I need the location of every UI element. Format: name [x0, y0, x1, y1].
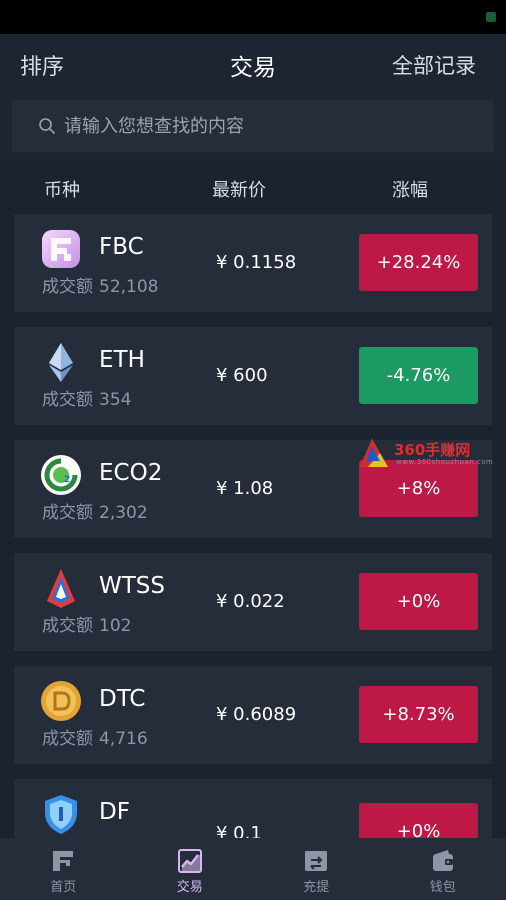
search-icon — [39, 118, 55, 134]
column-header: 币种 最新价 涨幅 — [0, 158, 506, 214]
coin-price: ¥ 0.1158 — [216, 252, 297, 273]
coin-symbol: DTC — [99, 686, 146, 712]
status-bar — [0, 0, 506, 34]
svg-text:2: 2 — [64, 475, 70, 485]
deposit-icon — [305, 851, 328, 871]
search-box[interactable] — [12, 100, 494, 152]
coin-symbol: ETH — [99, 347, 145, 373]
coin-row-wtss[interactable]: WTSS 成交额 102 ¥ 0.022 +0% — [14, 553, 492, 651]
trade-chart-icon — [177, 849, 202, 873]
tab-home[interactable]: 首页 — [0, 838, 127, 900]
coin-symbol: FBC — [99, 234, 144, 260]
df-shield-icon — [45, 795, 77, 834]
coin-volume: 成交额 102 — [42, 616, 132, 636]
all-records-button[interactable]: 全部记录 — [392, 50, 476, 80]
fbc-logo-icon — [42, 230, 80, 268]
change-badge[interactable]: +28.24% — [359, 234, 478, 291]
coin-price: ¥ 1.08 — [216, 478, 274, 499]
change-badge[interactable]: +8.73% — [359, 686, 478, 743]
change-badge[interactable]: -4.76% — [359, 347, 478, 404]
coin-symbol: DF — [99, 799, 130, 825]
coin-price: ¥ 0.6089 — [216, 704, 297, 725]
column-change: 涨幅 — [392, 180, 428, 201]
tab-label: 充提 — [303, 880, 330, 895]
home-icon — [53, 851, 74, 871]
ethereum-icon — [49, 343, 73, 382]
top-nav: 排序 交易 全部记录 — [0, 34, 506, 96]
coin-price: ¥ 600 — [216, 365, 268, 386]
change-badge[interactable]: +8% — [359, 460, 478, 517]
tab-label: 钱包 — [429, 880, 456, 895]
column-latest-price: 最新价 — [212, 180, 266, 201]
column-coin: 币种 — [44, 180, 80, 201]
tab-trade[interactable]: 交易 — [127, 838, 254, 900]
tab-label: 交易 — [176, 880, 203, 895]
search-input[interactable] — [64, 115, 444, 137]
coin-price: ¥ 0.022 — [216, 591, 285, 612]
coin-symbol: WTSS — [99, 573, 165, 599]
status-indicator — [486, 12, 496, 22]
coin-row-dtc[interactable]: DTC 成交额 4,716 ¥ 0.6089 +8.73% — [14, 666, 492, 764]
coin-row-eco2[interactable]: 2 ECO2 成交额 2,302 ¥ 1.08 +8% — [14, 440, 492, 538]
search-bar — [0, 96, 506, 158]
change-badge[interactable]: +0% — [359, 573, 478, 630]
dtc-coin-icon — [41, 681, 81, 721]
coin-symbol: ECO2 — [99, 460, 163, 486]
wtss-logo-icon — [47, 569, 75, 608]
coin-volume: 成交额 2,302 — [42, 503, 148, 523]
tab-wallet[interactable]: 钱包 — [380, 838, 506, 900]
tab-deposit[interactable]: 充提 — [253, 838, 380, 900]
eco2-logo-icon: 2 — [41, 455, 81, 495]
tab-label: 首页 — [50, 880, 77, 895]
coin-volume: 成交额 354 — [42, 390, 132, 410]
coin-row-eth[interactable]: ETH 成交额 354 ¥ 600 -4.76% — [14, 327, 492, 425]
bottom-tabbar: 首页 交易 充提 钱包 — [0, 838, 506, 900]
sort-button[interactable]: 排序 — [20, 49, 64, 81]
coin-volume: 成交额 52,108 — [42, 277, 159, 297]
coin-row-fbc[interactable]: FBC 成交额 52,108 ¥ 0.1158 +28.24% — [14, 214, 492, 312]
wallet-icon — [432, 850, 453, 871]
coin-volume: 成交额 4,716 — [42, 729, 148, 749]
